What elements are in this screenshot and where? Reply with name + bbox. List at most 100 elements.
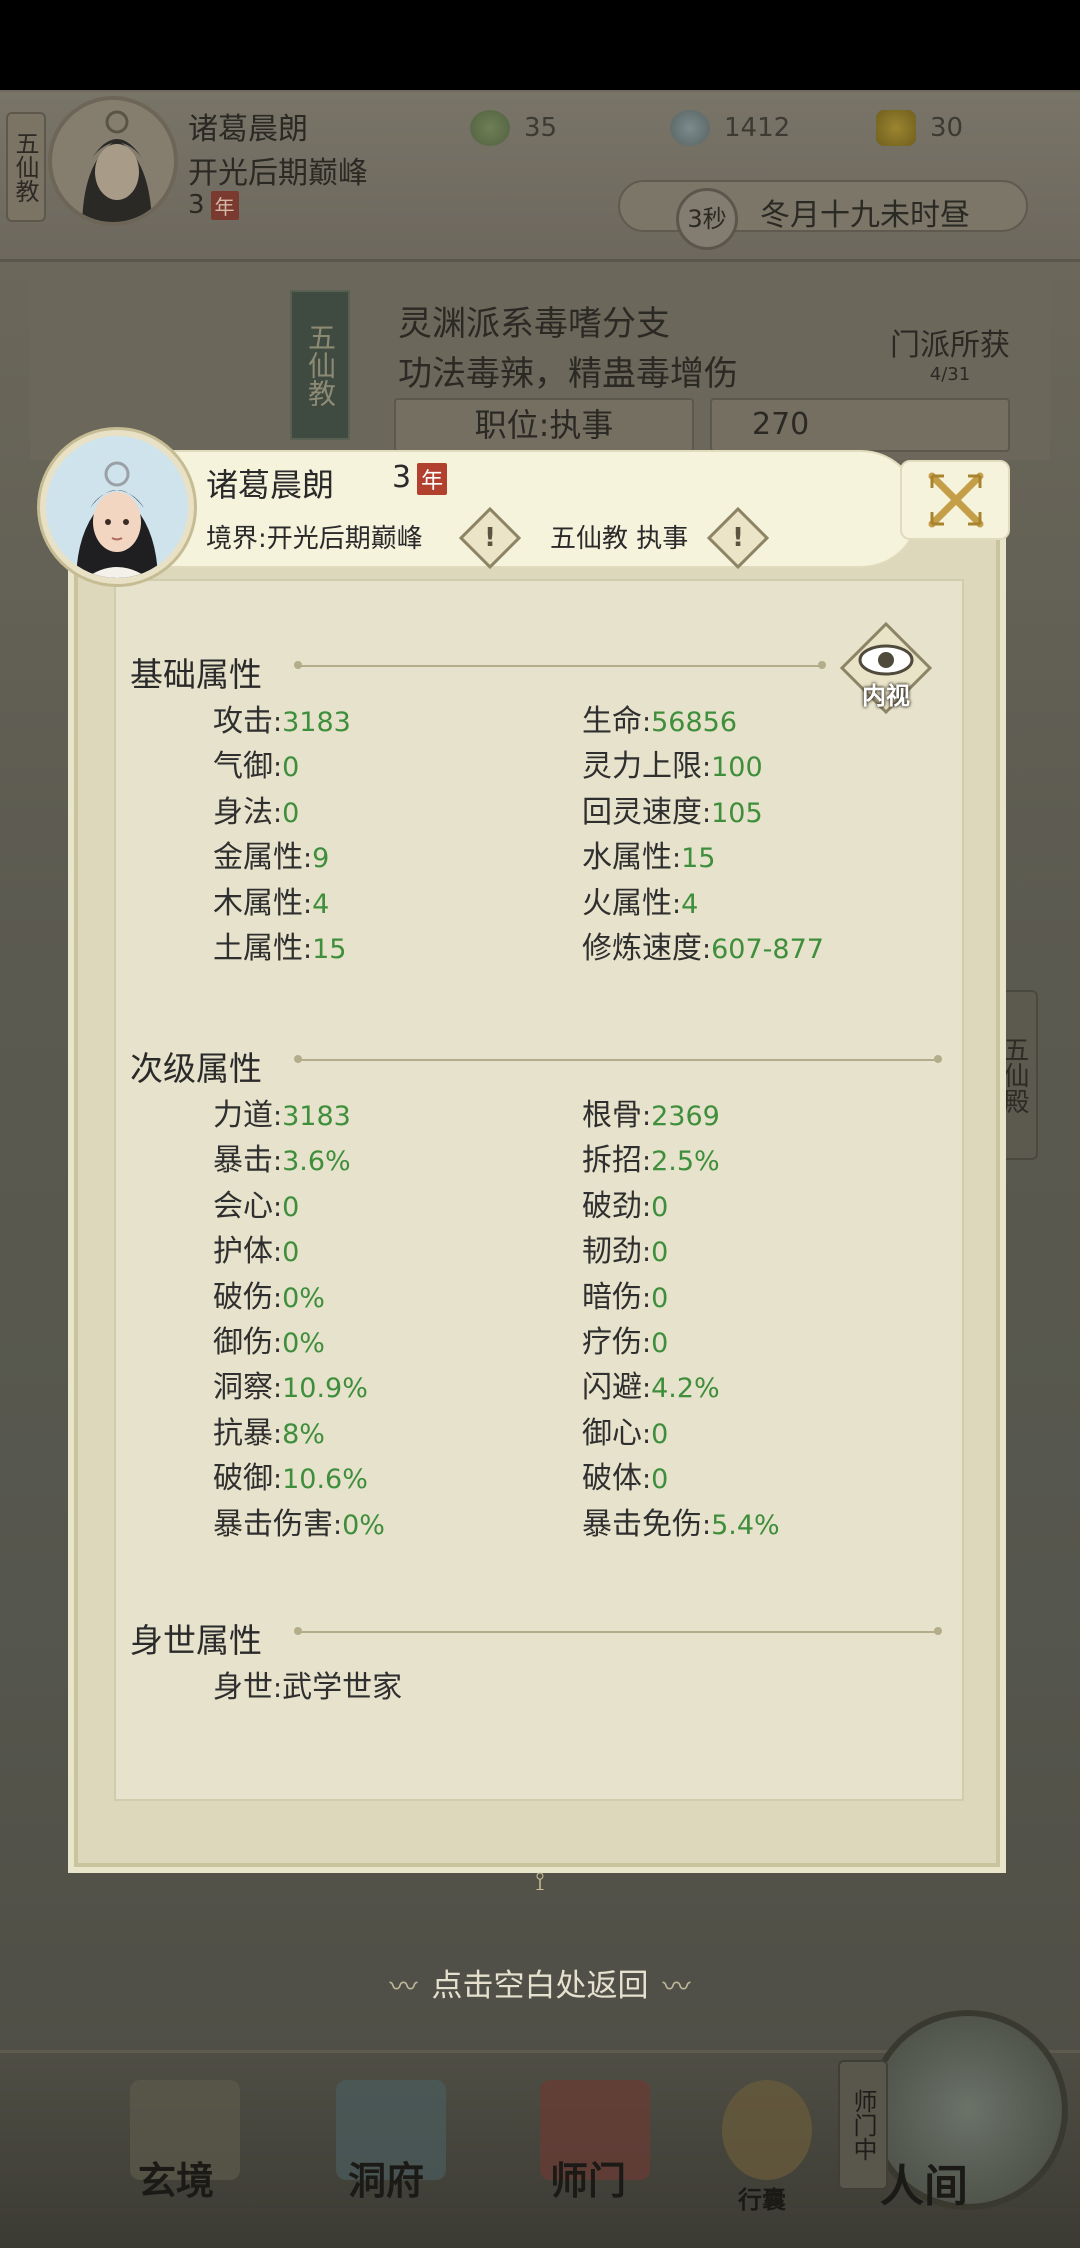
attribute-value: 10.6% xyxy=(282,1464,368,1496)
attribute-separator: : xyxy=(642,1418,652,1450)
section-divider xyxy=(294,1055,942,1063)
basic-attributes-title: 基础属性 xyxy=(130,655,262,694)
card-header: 诸葛晨朗 3年 境界:开光后期巅峰 ! 五仙教 执事 ! xyxy=(40,430,1040,584)
return-hint[interactable]: 〰点击空白处返回〰 xyxy=(0,1960,1080,2005)
attribute-separator: : xyxy=(642,1464,652,1496)
attribute-name: 会心 xyxy=(213,1188,273,1224)
attribute-value: 0% xyxy=(342,1509,385,1541)
attribute-separator: : xyxy=(672,888,682,920)
attribute-name: 暗伤 xyxy=(582,1279,642,1315)
resource-gold[interactable]: 30 xyxy=(876,110,963,146)
close-button[interactable] xyxy=(900,460,1010,540)
scroll-ornament-icon: 〰 xyxy=(389,1970,418,2003)
resource-gold-value: 30 xyxy=(930,113,964,143)
attribute-separator: : xyxy=(642,1101,652,1132)
attribute-name: 身世 xyxy=(213,1670,273,1705)
attribute-separator: : xyxy=(273,1373,283,1405)
nav-xingnang[interactable]: 行囊 xyxy=(738,2180,786,2215)
sect-flag: 五仙教 xyxy=(290,290,350,440)
attribute-separator: : xyxy=(672,843,682,875)
sect-gains-count: 4/31 xyxy=(929,364,971,385)
player-realm: 开光后期巅峰 xyxy=(188,156,368,191)
attribute-name: 暴击伤害 xyxy=(213,1506,333,1542)
attribute-row: 气御:0 xyxy=(213,741,299,785)
attribute-value: 武学世家 xyxy=(282,1670,403,1705)
nav-xuanjing[interactable]: 玄境 xyxy=(138,2150,214,2205)
attribute-name: 生命 xyxy=(582,704,642,739)
attribute-value: 0 xyxy=(651,1418,669,1450)
attribute-row: 疗伤:0 xyxy=(582,1317,668,1361)
attribute-separator: : xyxy=(642,1146,652,1178)
attribute-separator: : xyxy=(273,797,283,829)
status-bar-area xyxy=(0,0,1080,90)
resource-coin[interactable]: 1412 xyxy=(670,110,790,146)
attribute-separator: : xyxy=(642,1373,652,1405)
resource-coin-value: 1412 xyxy=(724,113,791,143)
player-avatar[interactable] xyxy=(48,96,178,226)
attribute-separator: : xyxy=(642,1328,652,1359)
attribute-name: 根骨 xyxy=(582,1098,642,1133)
attribute-value: 4.2% xyxy=(651,1373,720,1405)
bag-icon xyxy=(722,2080,812,2180)
attribute-row: 御心:0 xyxy=(582,1408,668,1452)
resource-jade[interactable]: 35 xyxy=(470,110,557,146)
attribute-value: 4 xyxy=(681,888,699,920)
character-age-value: 3 xyxy=(392,460,412,495)
attribute-name: 破劲 xyxy=(582,1188,642,1224)
attribute-separator: : xyxy=(273,1673,283,1704)
sect-description-2: 功法毒辣，精蛊毒增伤 xyxy=(398,354,738,394)
attribute-row: 土属性:15 xyxy=(213,923,346,967)
resource-jade-value: 35 xyxy=(524,113,558,143)
attribute-value: 0 xyxy=(651,1191,669,1223)
attribute-row: 洞察:10.9% xyxy=(213,1362,368,1406)
attribute-name: 灵力上限 xyxy=(582,749,702,785)
attribute-separator: : xyxy=(333,1509,343,1541)
attribute-name: 护体 xyxy=(213,1234,273,1270)
attribute-separator: : xyxy=(273,752,283,784)
gold-ingot-icon xyxy=(876,110,916,146)
attribute-value: 15 xyxy=(681,843,716,875)
inner-view-button[interactable]: 内视 xyxy=(838,620,934,716)
attribute-separator: : xyxy=(642,707,652,738)
attribute-name: 金属性 xyxy=(213,840,303,876)
attribute-value: 0% xyxy=(282,1328,325,1359)
attribute-value: 56856 xyxy=(651,707,738,738)
exclamation-icon: ! xyxy=(484,523,496,553)
attribute-name: 回灵速度 xyxy=(582,794,702,830)
attribute-name: 破御 xyxy=(213,1461,273,1497)
secondary-attributes-title: 次级属性 xyxy=(130,1049,262,1088)
attribute-row: 闪避:4.2% xyxy=(582,1362,720,1406)
character-portrait xyxy=(40,430,194,584)
attribute-value: 3183 xyxy=(282,1101,351,1132)
sect-gains-label: 门派所获 xyxy=(890,328,1010,363)
attribute-name: 御伤 xyxy=(213,1325,273,1360)
attribute-row: 暴击:3.6% xyxy=(213,1135,351,1179)
attribute-name: 暴击免伤 xyxy=(582,1506,702,1542)
attribute-row: 韧劲:0 xyxy=(582,1226,668,1270)
player-age: 3年 xyxy=(188,190,239,220)
attribute-separator: : xyxy=(273,1418,283,1450)
attribute-value: 3183 xyxy=(282,707,351,738)
attribute-row: 御伤:0% xyxy=(213,1317,325,1361)
attribute-row: 金属性:9 xyxy=(213,832,329,876)
inner-view-label: 内视 xyxy=(862,682,910,710)
attribute-value: 15 xyxy=(312,934,347,965)
nav-dongfu[interactable]: 洞府 xyxy=(348,2150,424,2205)
attribute-name: 土属性 xyxy=(213,931,303,966)
scroll-ornament-icon: 〰 xyxy=(662,1970,691,2003)
attribute-row: 会心:0 xyxy=(213,1181,299,1225)
nav-renjian[interactable]: 人间 xyxy=(880,2150,968,2214)
sect-tag[interactable]: 五仙教 xyxy=(6,112,46,222)
card-bottom-ornament: ⟟ xyxy=(535,1867,545,1897)
attribute-row: 破伤:0% xyxy=(213,1272,325,1316)
sect-gains-button[interactable]: 门派所获 4/31 xyxy=(880,320,1020,385)
attribute-row: 拆招:2.5% xyxy=(582,1135,720,1179)
attribute-value: 0 xyxy=(282,1237,300,1269)
exclamation-icon: ! xyxy=(732,523,744,553)
attribute-name: 疗伤 xyxy=(582,1325,642,1360)
nav-shimen[interactable]: 师门 xyxy=(550,2150,626,2205)
attribute-separator: : xyxy=(642,1282,652,1314)
game-date: 冬月十九未时昼 xyxy=(760,198,970,233)
attribute-row: 回灵速度:105 xyxy=(582,787,763,831)
return-hint-text: 点击空白处返回 xyxy=(431,1968,649,2004)
